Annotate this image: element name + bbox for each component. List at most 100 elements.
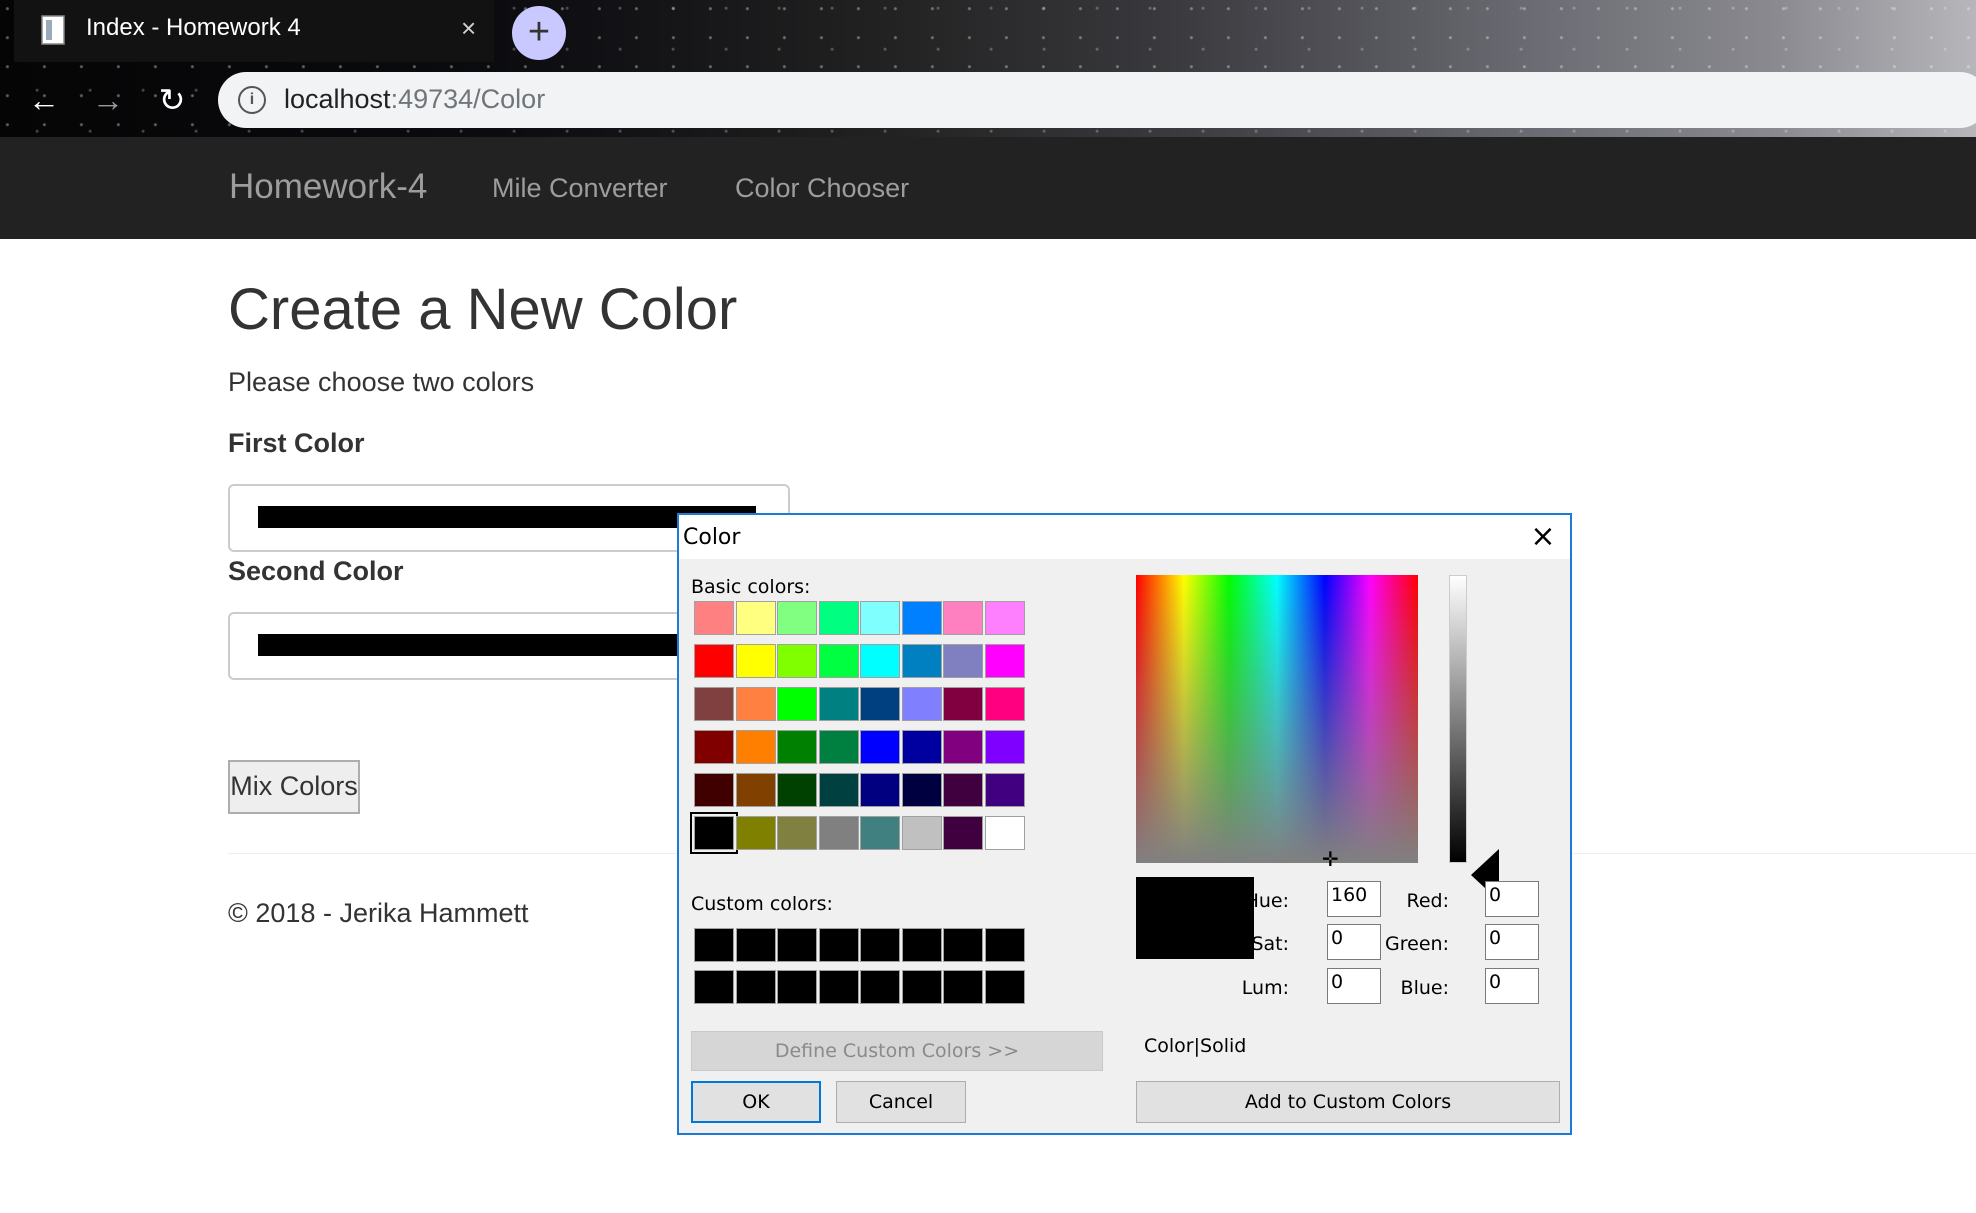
color-solid-label: Color|Solid bbox=[1144, 1035, 1247, 1057]
red-field[interactable]: 0 bbox=[1485, 881, 1539, 917]
custom-color-swatch[interactable] bbox=[860, 928, 900, 962]
basic-color-swatch[interactable] bbox=[901, 687, 942, 721]
basic-color-swatch[interactable] bbox=[735, 601, 776, 635]
basic-color-swatch[interactable] bbox=[984, 773, 1025, 807]
custom-color-swatch[interactable] bbox=[694, 928, 734, 962]
basic-color-swatch[interactable] bbox=[901, 816, 942, 850]
navbar-brand[interactable]: Homework-4 bbox=[229, 167, 427, 207]
tab-close-icon[interactable]: × bbox=[461, 13, 476, 44]
second-color-label: Second Color bbox=[228, 556, 404, 586]
basic-color-swatch[interactable] bbox=[777, 601, 817, 635]
sat-field[interactable]: 0 bbox=[1327, 924, 1381, 960]
basic-color-swatch[interactable] bbox=[777, 773, 817, 807]
basic-color-swatch[interactable] bbox=[777, 816, 817, 850]
custom-color-swatch[interactable] bbox=[777, 970, 817, 1004]
lum-field[interactable]: 0 bbox=[1327, 968, 1381, 1004]
custom-color-swatch[interactable] bbox=[818, 928, 859, 962]
basic-color-swatch[interactable] bbox=[984, 687, 1025, 721]
intro-text: Please choose two colors bbox=[228, 367, 535, 397]
basic-color-swatch[interactable] bbox=[901, 773, 942, 807]
basic-color-swatch[interactable] bbox=[901, 730, 942, 764]
basic-color-swatch[interactable] bbox=[735, 687, 776, 721]
dialog-title: Color bbox=[683, 525, 741, 550]
basic-color-swatch[interactable] bbox=[818, 601, 859, 635]
basic-color-swatch[interactable] bbox=[735, 644, 776, 678]
mix-colors-button[interactable]: Mix Colors bbox=[228, 760, 360, 814]
custom-color-swatch[interactable] bbox=[860, 970, 900, 1004]
basic-color-swatch[interactable] bbox=[694, 644, 734, 678]
custom-color-swatch[interactable] bbox=[984, 970, 1025, 1004]
custom-color-swatch[interactable] bbox=[943, 970, 983, 1004]
basic-color-swatch[interactable] bbox=[694, 687, 734, 721]
green-field[interactable]: 0 bbox=[1485, 924, 1539, 960]
custom-color-swatch[interactable] bbox=[943, 928, 983, 962]
basic-color-swatch[interactable] bbox=[943, 773, 983, 807]
hue-field[interactable]: 160 bbox=[1327, 881, 1381, 917]
basic-color-swatch[interactable] bbox=[777, 687, 817, 721]
custom-color-swatch[interactable] bbox=[818, 970, 859, 1004]
custom-color-swatch[interactable] bbox=[901, 928, 942, 962]
basic-color-swatch[interactable] bbox=[777, 730, 817, 764]
basic-color-swatch[interactable] bbox=[860, 773, 900, 807]
site-navbar: Homework-4 Mile Converter Color Chooser bbox=[0, 137, 1976, 239]
url-text[interactable]: localhost:49734/Color bbox=[284, 84, 545, 115]
basic-color-swatch[interactable] bbox=[860, 730, 900, 764]
custom-color-swatch[interactable] bbox=[735, 970, 776, 1004]
basic-color-swatch[interactable] bbox=[943, 687, 983, 721]
basic-color-swatch[interactable] bbox=[943, 601, 983, 635]
basic-color-swatch[interactable] bbox=[694, 773, 734, 807]
custom-color-swatch[interactable] bbox=[694, 970, 734, 1004]
basic-color-swatch[interactable] bbox=[901, 601, 942, 635]
basic-color-swatch[interactable] bbox=[818, 644, 859, 678]
ok-button[interactable]: OK bbox=[691, 1081, 821, 1123]
basic-color-swatch[interactable] bbox=[943, 730, 983, 764]
basic-color-swatch[interactable] bbox=[984, 816, 1025, 850]
basic-color-swatch[interactable] bbox=[777, 644, 817, 678]
basic-color-swatch[interactable] bbox=[860, 816, 900, 850]
lum-label: Lum: bbox=[1241, 977, 1289, 999]
basic-color-swatch[interactable] bbox=[694, 601, 734, 635]
cancel-button[interactable]: Cancel bbox=[836, 1081, 966, 1123]
basic-color-swatch[interactable] bbox=[735, 816, 776, 850]
basic-color-swatch[interactable] bbox=[984, 730, 1025, 764]
nav-link-mile-converter[interactable]: Mile Converter bbox=[492, 173, 668, 204]
back-button[interactable]: ← bbox=[22, 78, 66, 122]
blue-field[interactable]: 0 bbox=[1485, 968, 1539, 1004]
basic-color-swatch[interactable] bbox=[735, 730, 776, 764]
basic-color-swatch[interactable] bbox=[690, 812, 738, 854]
footer-text: © 2018 - Jerika Hammett bbox=[228, 898, 529, 928]
forward-button[interactable]: → bbox=[86, 78, 130, 122]
define-custom-colors-button[interactable]: Define Custom Colors >> bbox=[691, 1031, 1103, 1071]
info-icon[interactable]: i bbox=[238, 86, 266, 114]
page-icon bbox=[41, 15, 65, 45]
basic-color-swatch[interactable] bbox=[860, 644, 900, 678]
reload-button[interactable]: ↻ bbox=[150, 78, 194, 122]
basic-color-swatch[interactable] bbox=[818, 730, 859, 764]
custom-color-swatch[interactable] bbox=[984, 928, 1025, 962]
basic-color-swatch[interactable] bbox=[943, 816, 983, 850]
basic-color-swatch[interactable] bbox=[818, 687, 859, 721]
address-bar[interactable]: i localhost:49734/Color bbox=[218, 72, 1976, 128]
luminance-slider[interactable] bbox=[1449, 575, 1467, 863]
basic-color-swatch[interactable] bbox=[984, 601, 1025, 635]
dialog-titlebar[interactable]: Color × bbox=[679, 515, 1570, 559]
basic-color-swatch[interactable] bbox=[694, 730, 734, 764]
add-to-custom-colors-button[interactable]: Add to Custom Colors bbox=[1136, 1081, 1560, 1123]
basic-color-swatch[interactable] bbox=[943, 644, 983, 678]
basic-color-swatch[interactable] bbox=[901, 644, 942, 678]
dialog-close-icon[interactable]: × bbox=[1525, 519, 1561, 555]
basic-color-swatch[interactable] bbox=[860, 687, 900, 721]
new-tab-button[interactable]: + bbox=[512, 6, 566, 60]
basic-color-swatch[interactable] bbox=[818, 816, 859, 850]
custom-color-swatch[interactable] bbox=[735, 928, 776, 962]
nav-link-color-chooser[interactable]: Color Chooser bbox=[735, 173, 909, 204]
browser-tab[interactable]: Index - Homework 4 × bbox=[14, 0, 494, 62]
custom-color-swatch[interactable] bbox=[777, 928, 817, 962]
color-dialog: Color × Basic colors: Custom colors: Def… bbox=[677, 513, 1572, 1135]
basic-color-swatch[interactable] bbox=[860, 601, 900, 635]
hue-saturation-spectrum[interactable]: ✛ bbox=[1136, 575, 1418, 871]
custom-color-swatch[interactable] bbox=[901, 970, 942, 1004]
basic-color-swatch[interactable] bbox=[818, 773, 859, 807]
basic-color-swatch[interactable] bbox=[735, 773, 776, 807]
basic-color-swatch[interactable] bbox=[984, 644, 1025, 678]
